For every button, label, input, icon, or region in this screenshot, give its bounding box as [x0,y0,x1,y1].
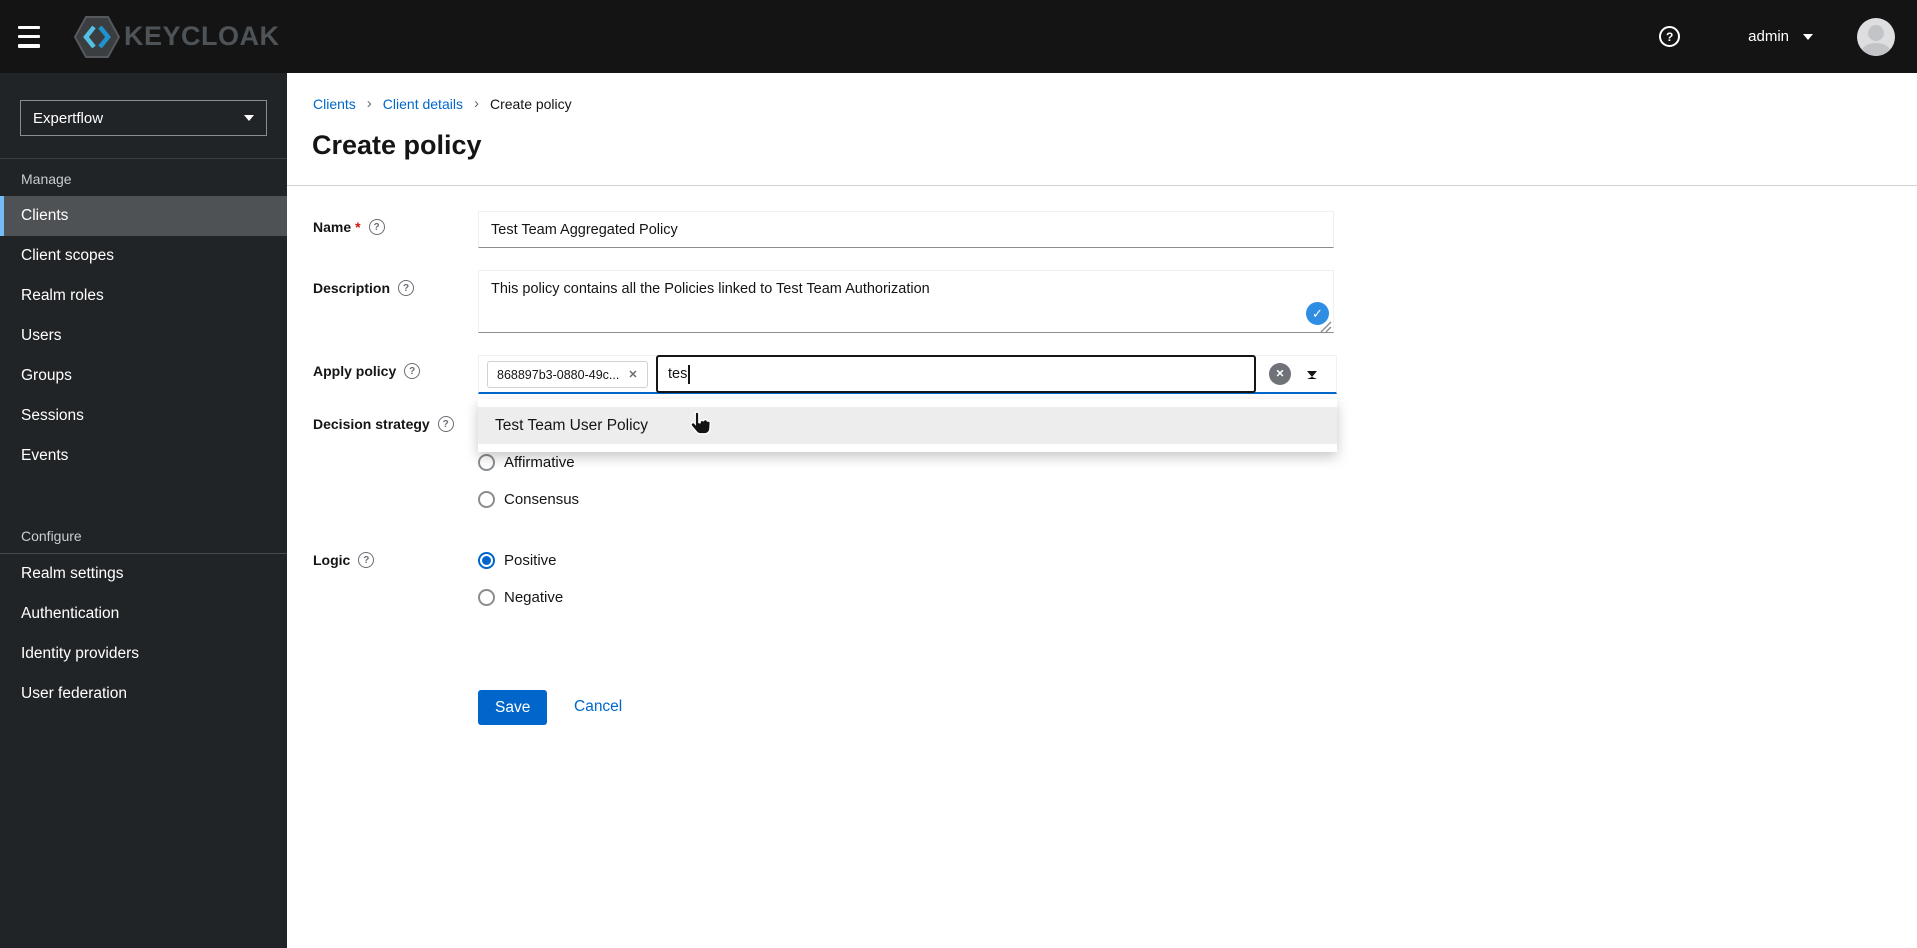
sidebar-nav: Manage Clients Client scopes Realm roles… [0,159,287,714]
name-label-row: Name * ? [313,219,385,235]
required-marker: * [355,219,361,235]
chevron-right-icon: › [366,95,372,112]
name-label: Name [313,219,352,235]
apply-policy-search-input[interactable]: tes [656,355,1256,393]
sidebar-item-user-federation[interactable]: User federation [0,674,287,714]
brand-text: KEYCLOAK [124,21,280,51]
sidebar: Expertflow Manage Clients Client scopes … [0,73,287,948]
cancel-link[interactable]: Cancel [574,698,622,716]
breadcrumb: Clients › Client details › Create policy [313,95,572,112]
keycloak-hexagon-icon [74,15,120,58]
breadcrumb-clients[interactable]: Clients [313,96,356,112]
breadcrumb-client-details[interactable]: Client details [383,96,463,112]
description-label: Description [313,280,391,296]
nav-group-title: Configure [0,528,287,554]
decision-strategy-help-icon[interactable]: ? [437,416,454,432]
radio-circle-icon[interactable] [478,589,495,606]
description-label-row: Description ? [313,280,415,296]
mouse-cursor-icon [690,411,711,435]
keycloak-logo[interactable]: KEYCLOAK [74,15,280,58]
clear-selection-icon[interactable]: ✕ [1269,363,1291,385]
main-content: Clients › Client details › Create policy… [287,73,1917,948]
sidebar-item-sessions[interactable]: Sessions [0,396,287,436]
sidebar-item-identity-providers[interactable]: Identity providers [0,634,287,674]
sidebar-item-authentication[interactable]: Authentication [0,594,287,634]
sidebar-item-clients[interactable]: Clients [0,196,287,236]
top-bar: KEYCLOAK ? admin [0,0,1917,73]
name-input[interactable]: Test Team Aggregated Policy [478,211,1334,248]
decision-strategy-label-row: Decision strategy ? [313,416,454,432]
description-textarea[interactable]: This policy contains all the Policies li… [478,270,1334,333]
policy-chip: 868897b3-0880-49c... ✕ [487,361,648,388]
sidebar-item-realm-settings[interactable]: Realm settings [0,554,287,594]
nav-group-manage: Manage Clients Client scopes Realm roles… [0,159,287,476]
radio-negative[interactable]: Negative [478,589,563,606]
sidebar-item-users[interactable]: Users [0,316,287,356]
logic-help-icon[interactable]: ? [358,552,375,568]
description-help-icon[interactable]: ? [398,280,415,296]
radio-consensus[interactable]: Consensus [478,491,579,508]
hamburger-menu-icon[interactable] [18,25,46,48]
logic-label: Logic [313,552,351,568]
dropdown-toggle-icon[interactable] [1307,371,1317,379]
create-policy-form: Name * ? Test Team Aggregated Policy Des… [287,186,1917,948]
avatar-head-icon [1868,24,1884,41]
sidebar-item-realm-roles[interactable]: Realm roles [0,276,287,316]
breadcrumb-current: Create policy [489,95,572,112]
text-cursor [688,364,690,384]
avatar-body-icon [1861,42,1891,56]
sidebar-item-client-scopes[interactable]: Client scopes [0,236,287,276]
user-menu[interactable]: admin [1748,28,1813,45]
realm-selector[interactable]: Expertflow [20,100,267,136]
page-header: Clients › Client details › Create policy… [287,73,1917,186]
apply-policy-label-row: Apply policy ? [313,363,421,379]
chevron-down-icon [1803,33,1813,40]
avatar[interactable] [1857,17,1895,56]
chip-remove-icon[interactable]: ✕ [628,368,637,381]
save-button[interactable]: Save [478,690,548,725]
dropdown-option[interactable]: Test Team User Policy [478,407,1337,444]
page-title: Create policy [312,130,482,160]
help-icon[interactable]: ? [1659,26,1681,47]
name-help-icon[interactable]: ? [368,219,385,235]
sidebar-item-groups[interactable]: Groups [0,356,287,396]
apply-policy-multiselect: 868897b3-0880-49c... ✕ tes ✕ [478,355,1337,394]
chevron-down-icon [244,115,254,121]
radio-circle-checked-icon[interactable] [478,552,495,569]
apply-policy-help-icon[interactable]: ? [404,363,421,379]
radio-affirmative[interactable]: Affirmative [478,454,575,471]
chevron-right-icon: › [473,95,479,112]
resize-handle-icon[interactable] [1319,321,1332,333]
realm-name: Expertflow [33,109,104,127]
apply-policy-label: Apply policy [313,363,397,379]
username: admin [1748,28,1789,45]
sidebar-item-events[interactable]: Events [0,436,287,476]
radio-positive[interactable]: Positive [478,552,557,569]
realm-selector-section: Expertflow [0,73,287,159]
nav-group-configure: Configure Realm settings Authentication … [0,516,287,714]
radio-circle-icon[interactable] [478,454,495,471]
logic-label-row: Logic ? [313,552,375,568]
nav-group-title: Manage [21,171,72,187]
apply-policy-dropdown-menu: Test Team User Policy [478,399,1337,452]
decision-strategy-label: Decision strategy [313,416,430,432]
typed-text: tes [668,366,688,382]
radio-circle-icon[interactable] [478,491,495,508]
policy-chip-label: 868897b3-0880-49c... [497,367,620,382]
